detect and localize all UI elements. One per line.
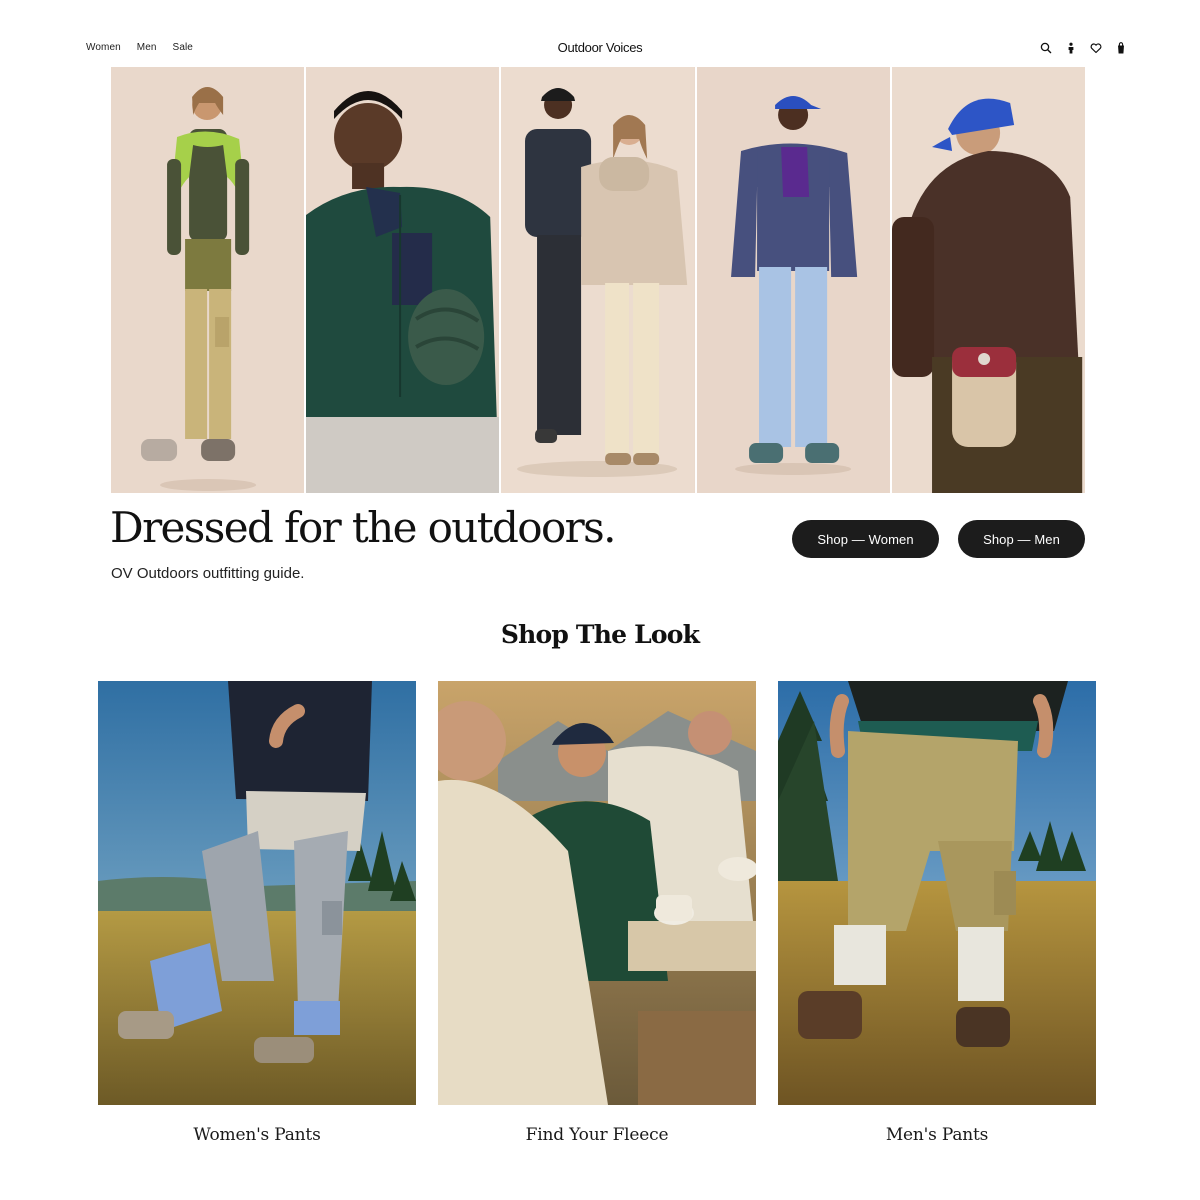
hero-photo-man-blue-cap <box>696 67 890 493</box>
hero-photo-man-green-fleece <box>306 67 500 493</box>
brand-logo[interactable]: Outdoor Voices <box>0 40 1200 55</box>
hero-headline: Dressed for the outdoors. <box>110 503 616 552</box>
hero-photo-woman-brown-fleece <box>891 67 1086 493</box>
womens-pants-label[interactable]: Women's Pants <box>98 1125 416 1145</box>
find-your-fleece-label[interactable]: Find Your Fleece <box>438 1125 756 1145</box>
hero-photo-woman-green-sweater <box>111 67 305 493</box>
shop-women-button[interactable]: Shop — Women <box>792 520 939 558</box>
hero-photo-couple <box>501 67 695 493</box>
mens-pants-label[interactable]: Men's Pants <box>778 1125 1096 1145</box>
card-find-your-fleece[interactable]: Find Your Fleece <box>438 681 756 1145</box>
womens-pants-photo[interactable] <box>98 681 416 1105</box>
mens-pants-photo[interactable] <box>778 681 1096 1105</box>
shop-the-look-title: Shop The Look <box>500 620 700 649</box>
search-icon[interactable] <box>1039 41 1053 55</box>
card-mens-pants[interactable]: Men's Pants <box>778 681 1096 1145</box>
find-your-fleece-photo[interactable] <box>438 681 756 1105</box>
hero-collage[interactable] <box>111 67 1086 493</box>
card-womens-pants[interactable]: Women's Pants <box>98 681 416 1145</box>
shop-men-button[interactable]: Shop — Men <box>958 520 1085 558</box>
account-icon[interactable] <box>1064 41 1078 55</box>
hero-subhead: OV Outdoors outfitting guide. <box>111 565 305 582</box>
wishlist-icon[interactable] <box>1089 41 1103 55</box>
utility-nav <box>1039 41 1128 55</box>
cart-icon[interactable] <box>1114 41 1128 55</box>
